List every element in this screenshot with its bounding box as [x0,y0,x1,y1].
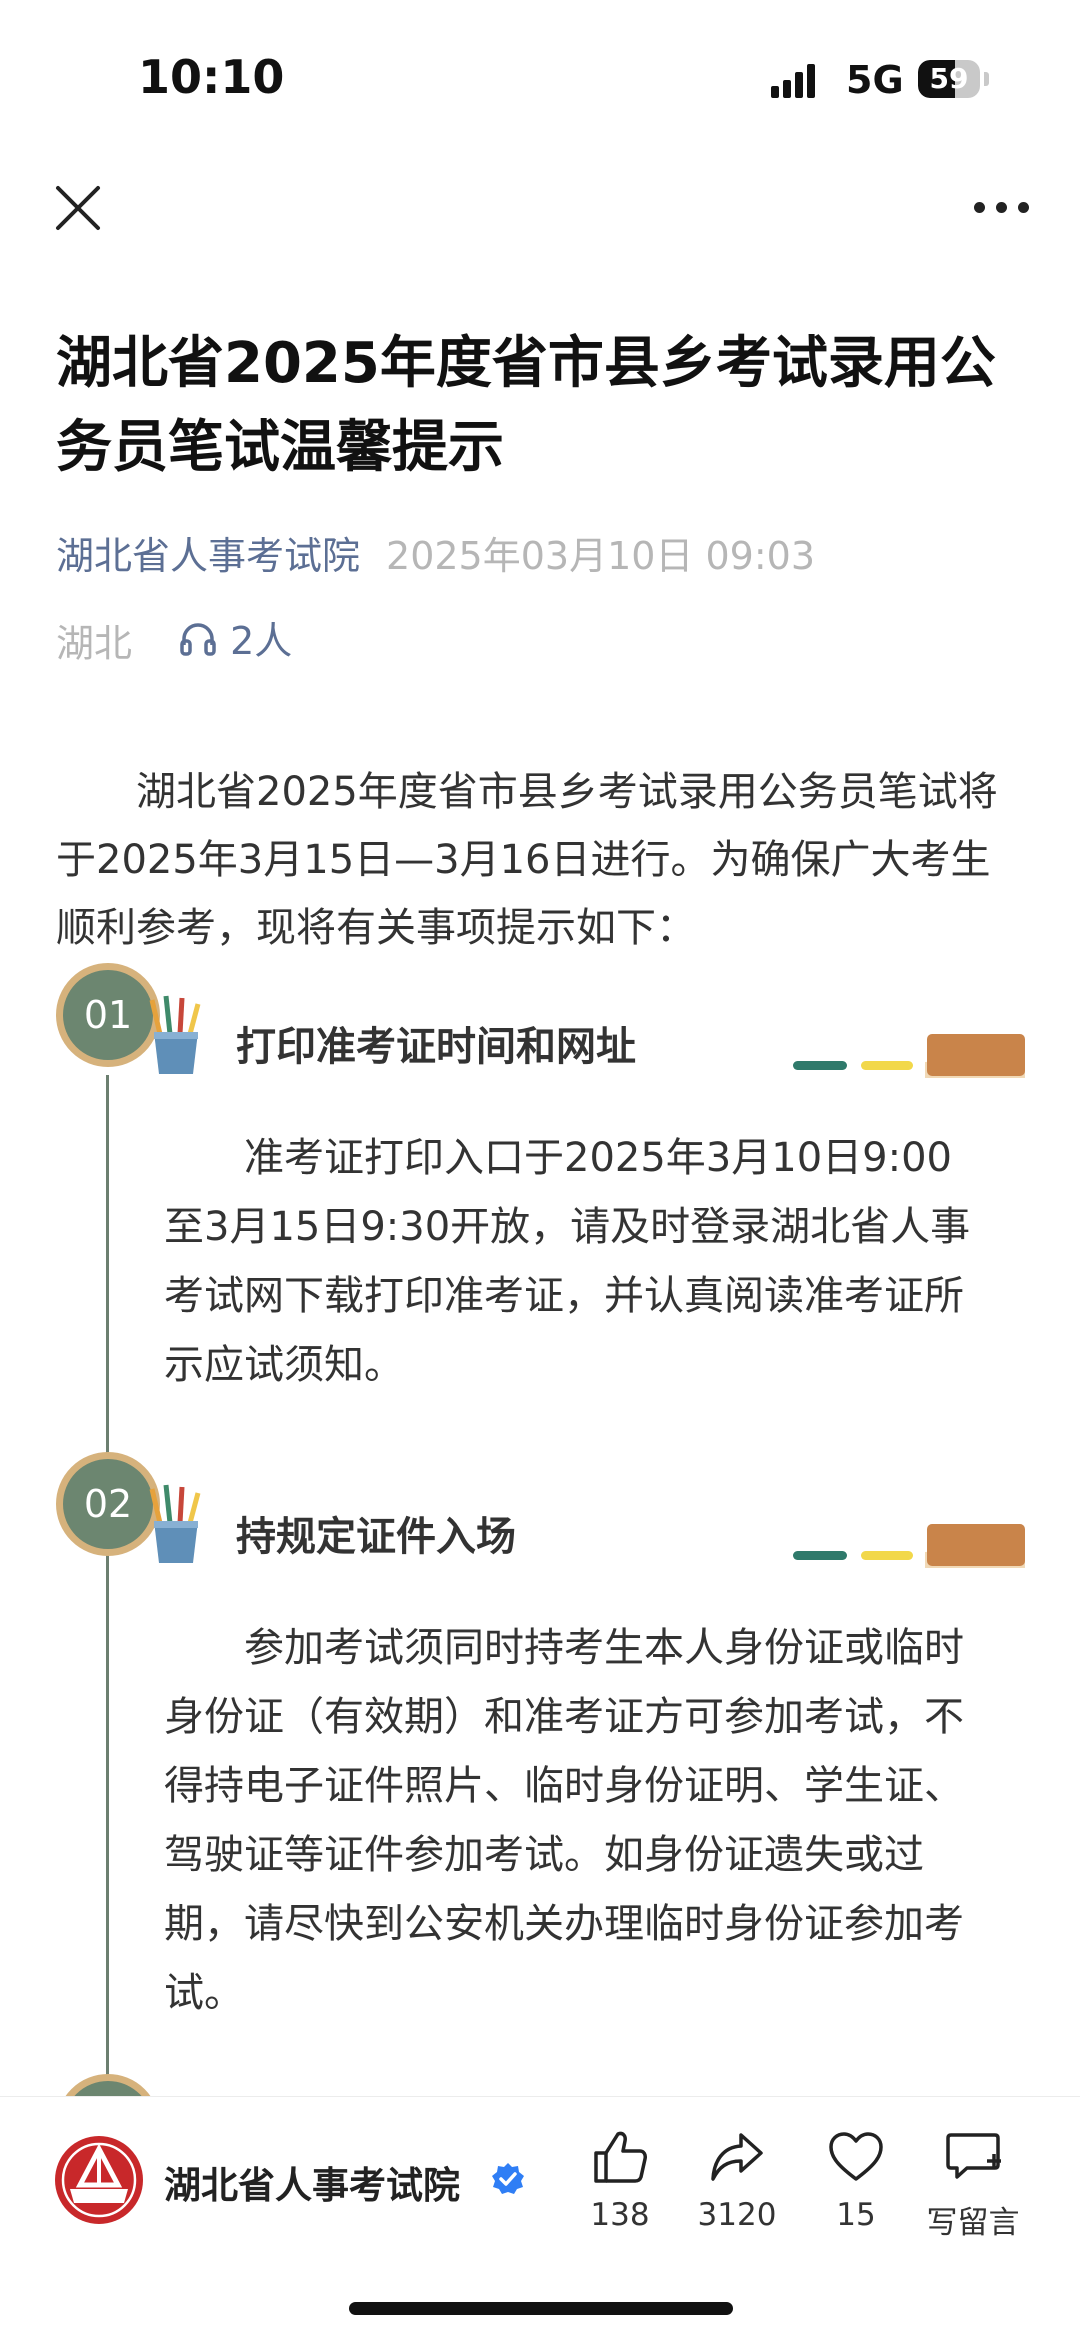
comment-label: 写留言 [926,2205,1020,2241]
battery-level: 59 [929,62,969,95]
author-link[interactable]: 湖北省人事考试院 [56,534,360,578]
close-icon [56,186,100,230]
location-label: 湖北 [56,621,133,666]
account-logo[interactable] [54,2135,144,2225]
account-name[interactable]: 湖北省人事考试院 [164,2155,460,2209]
close-button[interactable] [50,180,106,236]
signal-icon [771,64,825,98]
battery-nub [984,72,989,86]
comment-add-icon [946,2133,1001,2179]
section-body: 参加考试须同时持考生本人身份证或临时身份证（有效期）和准考证方可参加考试，不得持… [164,1625,964,2016]
decoration-bars [793,1524,1025,1568]
section-heading: 持规定证件入场 [236,1514,516,1560]
publish-date: 2025年03月10日 09:03 [386,534,816,578]
decoration-bars [793,1034,1025,1078]
listen-button[interactable]: 2人 [178,610,292,665]
share-arrow-icon [711,2133,763,2181]
step-badge: 02 [56,1452,160,1556]
pencil-cup-icon [149,995,201,1074]
home-indicator[interactable] [349,2302,733,2315]
pencil-cup-icon [149,1484,201,1563]
step-badge: 01 [56,963,160,1067]
more-dot [996,202,1007,213]
more-dot [974,202,985,213]
section-body: 准考证打印入口于2025年3月10日9:00至3月15日9:30开放，请及时登录… [164,1135,971,1388]
like-button[interactable]: 138 [565,2129,675,2233]
timeline-line [106,1075,109,2085]
status-time: 10:10 [138,50,285,104]
share-button[interactable]: 3120 [682,2129,792,2233]
battery-icon: 59 [918,60,980,98]
share-count: 3120 [697,2197,777,2233]
thumbs-up-icon [594,2131,647,2183]
listener-count: 2人 [230,619,293,663]
favorite-button[interactable]: 15 [801,2129,911,2233]
favorite-count: 15 [836,2197,876,2233]
heart-icon [829,2132,883,2181]
article-meta-secondary: 湖北 2人 [56,610,292,668]
more-options-button[interactable] [972,196,1032,220]
comment-button[interactable]: 写留言 [918,2129,1028,2242]
article-meta: 湖北省人事考试院 2025年03月10日 09:03 [56,525,815,580]
article-title: 湖北省2025年度省市县乡考试录用公务员笔试温馨提示 [56,331,996,480]
like-count: 138 [590,2197,650,2233]
network-type: 5G [846,58,904,102]
headphones-icon [180,622,216,656]
status-bar: 10:10 5G 59 [0,0,1080,150]
article-intro: 湖北省2025年度省市县乡考试录用公务员笔试将于2025年3月15日—3月16日… [56,769,998,951]
section-heading: 打印准考证时间和网址 [236,1024,636,1070]
verified-badge-icon [492,2163,524,2194]
more-dot [1018,202,1029,213]
